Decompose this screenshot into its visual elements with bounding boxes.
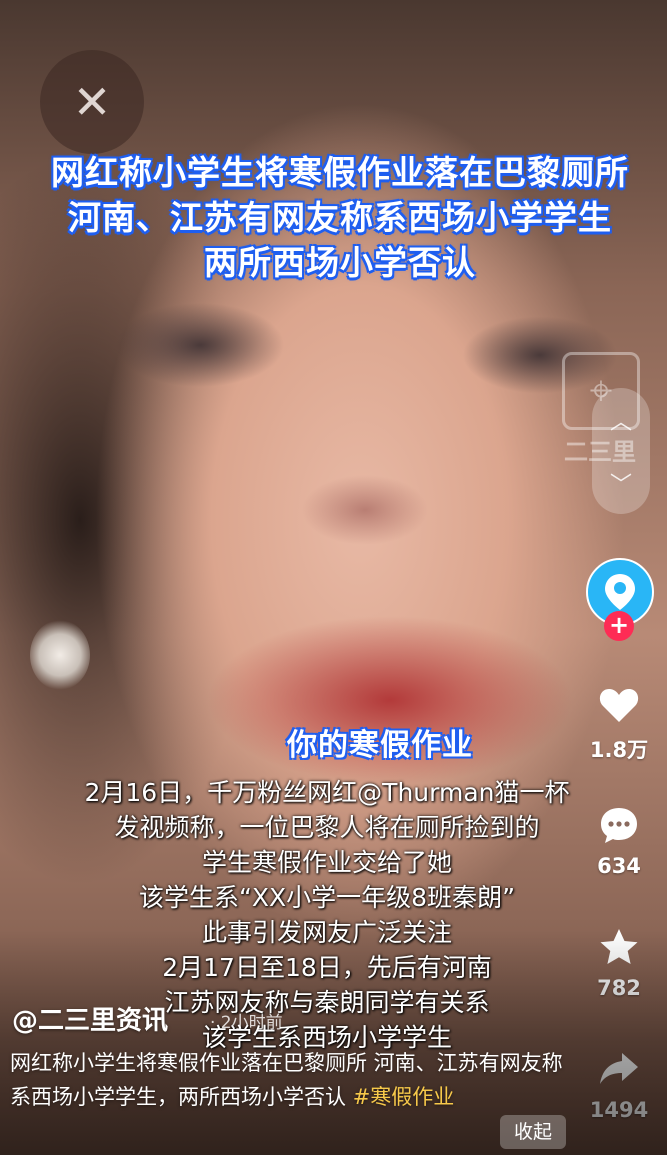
caption-line: 2月17日至18日，先后有河南 — [162, 953, 492, 982]
like-button[interactable]: 1.8万 — [585, 680, 653, 764]
heart-icon — [585, 680, 653, 730]
video-headline: 网红称小学生将寒假作业落在巴黎厕所 河南、江苏有网友称系西场小学学生 两所西场小… — [20, 150, 660, 285]
caption-line: 发视频称，一位巴黎人将在厕所捡到的 — [114, 813, 540, 842]
earring-decoration — [30, 620, 90, 690]
like-count: 1.8万 — [589, 738, 649, 762]
headline-line: 网红称小学生将寒假作业落在巴黎厕所 — [51, 153, 629, 192]
caption-line: 该学生系“XX小学一年级8班秦朗” — [138, 883, 516, 912]
follow-button[interactable]: + — [604, 611, 634, 641]
chevron-down-icon[interactable]: ﹀ — [610, 467, 632, 499]
close-icon: ✕ — [72, 75, 112, 129]
caption-line: 此事引发网友广泛关注 — [201, 918, 452, 947]
collapse-button[interactable]: 收起 — [500, 1115, 566, 1149]
description-text: 网红称小学生将寒假作业落在巴黎厕所 河南、江苏有网友称系西场小学学生，两所西场小… — [10, 1051, 563, 1109]
headline-line: 两所西场小学否认 — [204, 243, 476, 282]
author-name[interactable]: @二三里资讯 — [12, 1000, 168, 1037]
headline-line: 河南、江苏有网友称系西场小学学生 — [68, 198, 612, 237]
video-overlay-text: 你的寒假作业 — [287, 728, 473, 763]
hashtag-link[interactable]: #寒假作业 — [353, 1085, 455, 1109]
post-time: · 2小时前 — [210, 1013, 283, 1033]
chevron-up-icon[interactable]: ︿ — [610, 404, 632, 436]
plus-icon: + — [608, 611, 630, 639]
close-button[interactable]: ✕ — [40, 50, 144, 154]
post-description: 网红称小学生将寒假作业落在巴黎厕所 河南、江苏有网友称系西场小学学生，两所西场小… — [10, 1046, 575, 1114]
caption-line: 学生寒假作业交给了她 — [201, 848, 452, 877]
location-pin-icon — [605, 574, 635, 610]
caption-line: 2月16日，千万粉丝网红@Thurman猫一杯 — [84, 778, 570, 807]
swipe-navigator[interactable]: ︿ ﹀ — [592, 388, 650, 514]
